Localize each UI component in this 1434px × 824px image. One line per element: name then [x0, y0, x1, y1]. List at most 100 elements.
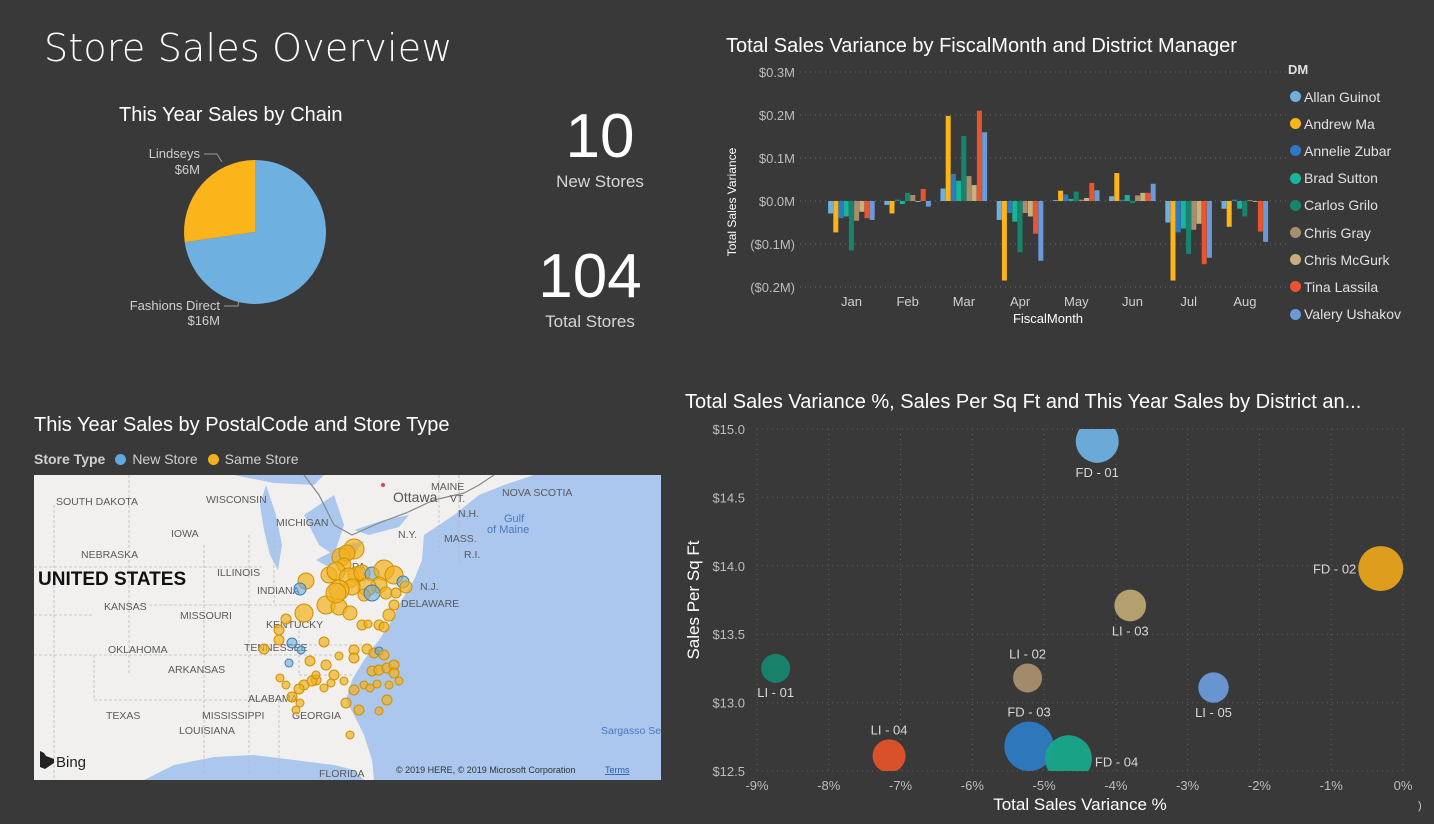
same-store-marker[interactable]: [295, 698, 305, 708]
bar-apr-tina-lassila[interactable]: [1033, 201, 1039, 234]
bar-feb-carlos-grilo[interactable]: [905, 192, 911, 201]
bar-jan-chris-gray[interactable]: [854, 201, 860, 221]
bubble-fd02[interactable]: [1358, 546, 1404, 591]
same-store-marker[interactable]: [382, 608, 396, 622]
same-store-marker[interactable]: [319, 683, 329, 693]
same-store-marker[interactable]: [294, 603, 314, 623]
same-store-marker[interactable]: [273, 624, 285, 636]
bar-aug-carlos-grilo[interactable]: [1242, 201, 1248, 217]
same-store-marker[interactable]: [399, 580, 413, 594]
bar-may-brad-sutton[interactable]: [1068, 198, 1074, 201]
bar-mar-annelie-zubar[interactable]: [950, 173, 956, 201]
bar-apr-carlos-grilo[interactable]: [1017, 201, 1023, 253]
bar-apr-chris-gray[interactable]: [1022, 201, 1028, 214]
bar-jul-chris-gray[interactable]: [1191, 201, 1197, 230]
bar-feb-chris-gray[interactable]: [910, 194, 916, 201]
new-store-marker[interactable]: [296, 645, 306, 655]
bar-jun-andrew-ma[interactable]: [1114, 173, 1120, 201]
bar-aug-andrew-ma[interactable]: [1226, 201, 1232, 227]
same-store-marker[interactable]: [320, 659, 332, 671]
same-store-marker[interactable]: [378, 649, 390, 661]
bar-mar-tina-lassila[interactable]: [976, 110, 982, 201]
same-store-marker[interactable]: [326, 678, 336, 688]
same-store-marker[interactable]: [381, 694, 393, 706]
pie-chart[interactable]: Lindseys$6M Fashions Direct$16M: [100, 140, 360, 340]
map-canvas[interactable]: SOUTH DAKOTA WISCONSIN MICHIGAN IOWA NEB…: [34, 475, 661, 780]
bar-apr-brad-sutton[interactable]: [1012, 201, 1018, 222]
bar-jun-chris-gray[interactable]: [1135, 195, 1141, 201]
bar-jul-allan-guinot[interactable]: [1165, 201, 1171, 223]
bar-jul-annelie-zubar[interactable]: [1175, 201, 1181, 233]
bubble-li03[interactable]: [1114, 589, 1147, 622]
bar-jan-valery-ushakov[interactable]: [869, 201, 875, 220]
bar-jan-allan-guinot[interactable]: [828, 201, 834, 214]
same-store-marker[interactable]: [374, 706, 384, 716]
scatter-chart[interactable]: $15.0 $14.5 $14.0 $13.5 $13.0 $12.5-9% -8% -7% -…: [680, 415, 1434, 824]
bar-aug-annelie-zubar[interactable]: [1231, 199, 1237, 201]
same-store-marker[interactable]: [342, 605, 358, 621]
bar-feb-valery-ushakov[interactable]: [925, 201, 931, 207]
bar-feb-brad-sutton[interactable]: [899, 201, 905, 205]
same-store-marker[interactable]: [281, 680, 291, 690]
bar-jun-annelie-zubar[interactable]: [1119, 199, 1125, 201]
legend-same-store[interactable]: Same Store: [225, 451, 299, 467]
bar-mar-valery-ushakov[interactable]: [982, 132, 988, 201]
bar-mar-allan-guinot[interactable]: [940, 188, 946, 201]
bar-may-andrew-ma[interactable]: [1058, 190, 1064, 201]
legend-item-carlos-grilo[interactable]: Carlos Grilo: [1288, 192, 1401, 219]
bar-apr-annelie-zubar[interactable]: [1007, 201, 1013, 214]
bar-feb-annelie-zubar[interactable]: [894, 199, 900, 201]
bar-jun-carlos-grilo[interactable]: [1129, 201, 1135, 204]
same-store-marker[interactable]: [353, 704, 365, 716]
bar-apr-chris-mcgurk[interactable]: [1027, 201, 1033, 217]
new-store-marker[interactable]: [286, 637, 298, 649]
same-store-marker[interactable]: [318, 636, 330, 648]
same-store-marker[interactable]: [334, 651, 344, 661]
same-store-marker[interactable]: [286, 691, 298, 703]
same-store-marker[interactable]: [390, 587, 402, 599]
bar-jul-valery-ushakov[interactable]: [1206, 201, 1212, 258]
bar-aug-chris-gray[interactable]: [1247, 200, 1253, 201]
bar-aug-tina-lassila[interactable]: [1257, 201, 1263, 232]
bar-feb-tina-lassila[interactable]: [920, 188, 926, 201]
bar-mar-andrew-ma[interactable]: [945, 115, 951, 201]
bar-may-chris-gray[interactable]: [1078, 199, 1084, 201]
bar-jan-brad-sutton[interactable]: [843, 201, 849, 217]
bar-chart[interactable]: $0.3M $0.2M $0.1M $0.0M ($0.1M) ($0.2M) Total …: [700, 60, 1290, 335]
same-store-marker[interactable]: [340, 697, 352, 709]
same-store-marker[interactable]: [348, 652, 360, 664]
bubble-li04[interactable]: [872, 739, 906, 772]
legend-new-store[interactable]: New Store: [132, 451, 197, 467]
bar-jun-chris-mcgurk[interactable]: [1140, 192, 1146, 201]
map-terms-link[interactable]: Terms: [605, 765, 630, 775]
bar-jan-tina-lassila[interactable]: [864, 201, 870, 219]
bar-mar-chris-mcgurk[interactable]: [971, 185, 977, 201]
bar-jan-andrew-ma[interactable]: [833, 201, 839, 233]
bar-jul-andrew-ma[interactable]: [1170, 201, 1176, 281]
legend-item-andrew-ma[interactable]: Andrew Ma: [1288, 110, 1401, 137]
bar-may-allan-guinot[interactable]: [1052, 200, 1058, 201]
bubble-li01[interactable]: [761, 653, 791, 683]
bubble-fd01[interactable]: [1075, 420, 1119, 463]
bubble-li02[interactable]: [1013, 663, 1043, 693]
bar-aug-valery-ushakov[interactable]: [1263, 201, 1269, 242]
new-store-marker[interactable]: [284, 658, 294, 668]
same-store-marker[interactable]: [275, 673, 285, 683]
same-store-marker[interactable]: [345, 730, 355, 740]
legend-item-brad-sutton[interactable]: Brad Sutton: [1288, 165, 1401, 192]
bar-may-annelie-zubar[interactable]: [1063, 194, 1069, 201]
bar-feb-allan-guinot[interactable]: [884, 201, 890, 205]
same-store-marker[interactable]: [328, 669, 340, 681]
same-store-marker[interactable]: [384, 680, 394, 690]
same-store-marker[interactable]: [378, 621, 390, 633]
legend-item-annelie-zubar[interactable]: Annelie Zubar: [1288, 137, 1401, 164]
bar-apr-allan-guinot[interactable]: [996, 201, 1002, 220]
bar-feb-chris-mcgurk[interactable]: [915, 201, 921, 202]
legend-item-valery-ushakov[interactable]: Valery Ushakov: [1288, 301, 1401, 328]
bar-mar-carlos-grilo[interactable]: [961, 136, 967, 201]
same-store-marker[interactable]: [388, 599, 400, 611]
same-store-marker[interactable]: [325, 582, 347, 604]
same-store-marker[interactable]: [394, 676, 404, 686]
bar-jun-brad-sutton[interactable]: [1124, 194, 1130, 201]
same-store-marker[interactable]: [348, 684, 360, 696]
